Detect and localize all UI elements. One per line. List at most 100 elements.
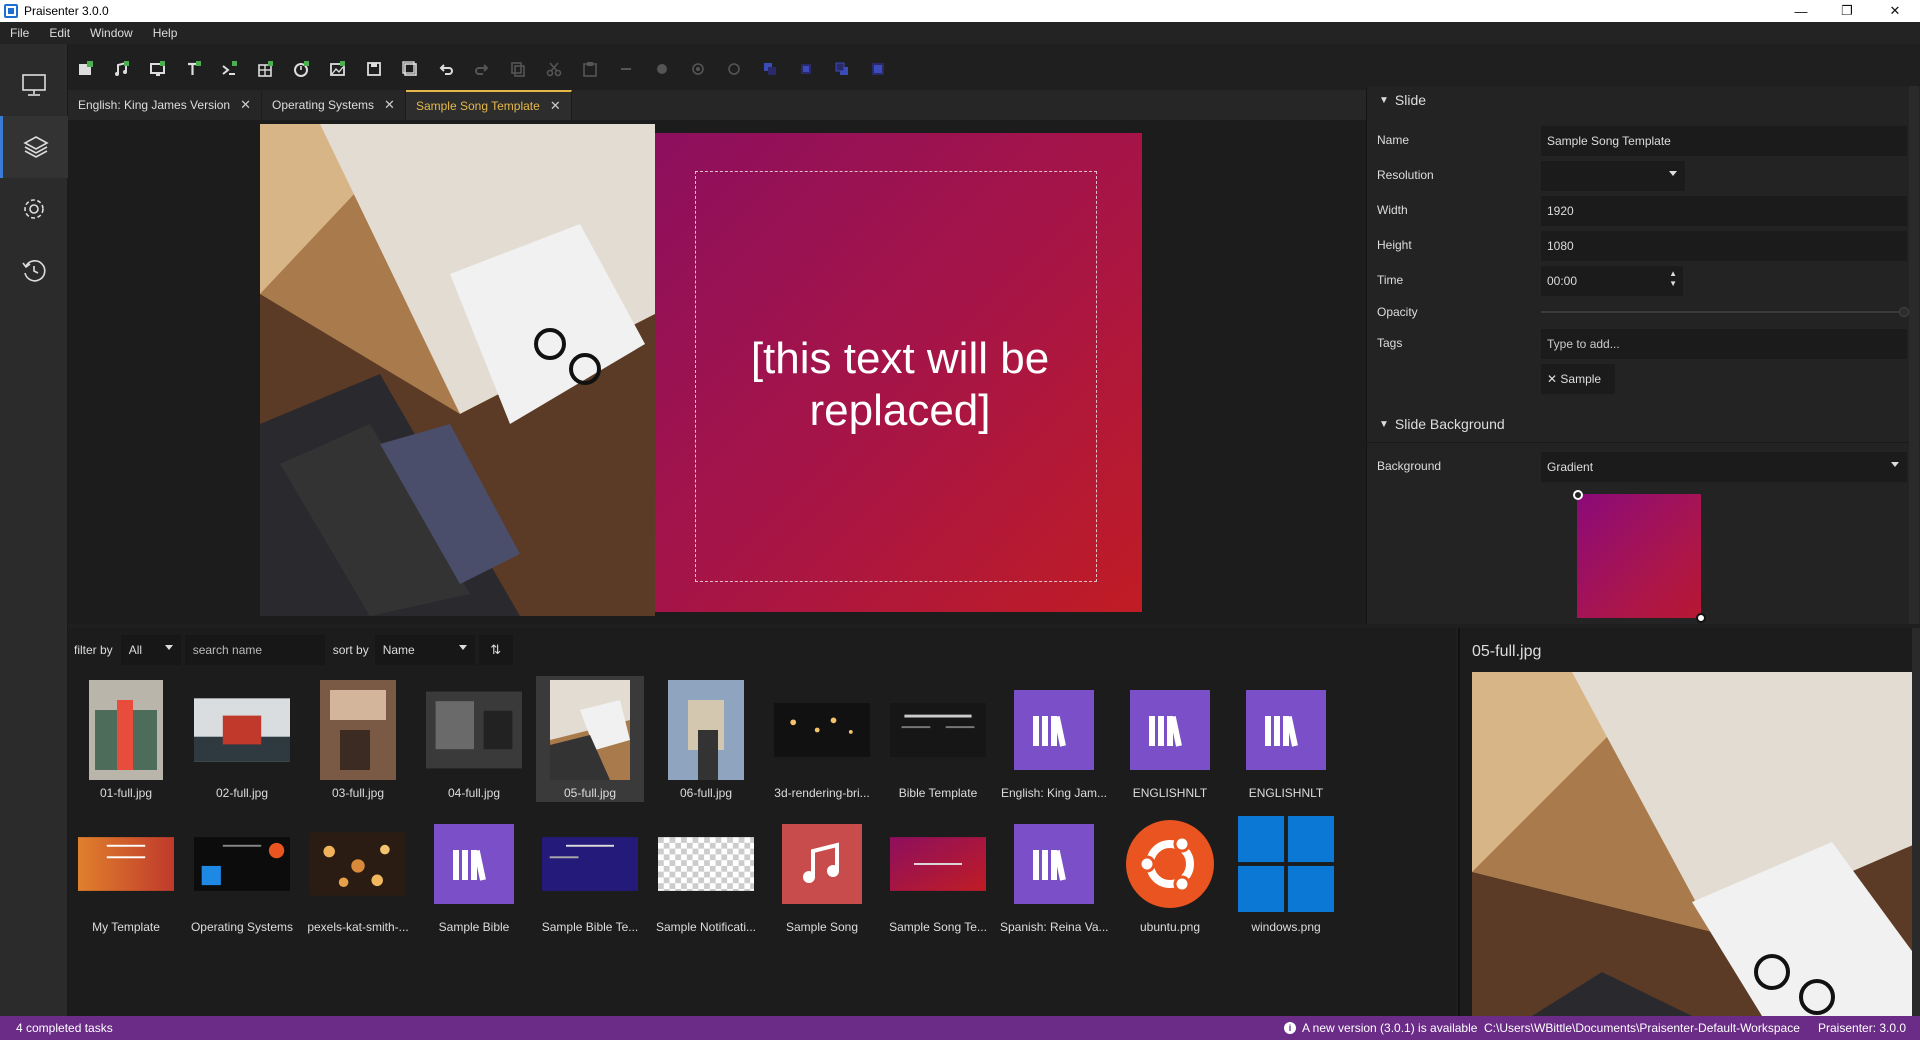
spinner-arrows-icon[interactable]: ▲ ▼ <box>1669 269 1677 289</box>
close-icon[interactable]: ✕ <box>1872 0 1918 22</box>
minimize-icon[interactable]: — <box>1778 0 1824 22</box>
list-item[interactable]: Bible Template <box>884 676 992 802</box>
tab-english-kjv[interactable]: English: King James Version ✕ <box>68 90 262 120</box>
delete-button[interactable] <box>608 55 644 83</box>
opacity-slider-track[interactable] <box>1541 311 1907 313</box>
new-image-button[interactable] <box>320 55 356 83</box>
tags-input[interactable]: Type to add... <box>1541 329 1907 359</box>
gradient-start-handle[interactable] <box>1573 490 1583 500</box>
undo-button[interactable] <box>428 55 464 83</box>
image-thumb <box>320 680 396 780</box>
item-caption: ubuntu.png <box>1139 920 1201 934</box>
list-item[interactable]: Sample Bible Te... <box>536 810 644 936</box>
list-item[interactable]: 06-full.jpg <box>652 676 760 802</box>
item-caption: Sample Song <box>785 920 859 934</box>
new-bible-button[interactable] <box>68 55 104 83</box>
item-caption: Operating Systems <box>190 920 294 934</box>
time-field[interactable]: 00:00 ▲ ▼ <box>1541 266 1683 296</box>
sidebar-settings-button[interactable] <box>0 178 68 240</box>
sort-direction-button[interactable]: ⇅ <box>478 635 513 665</box>
list-item[interactable]: 02-full.jpg <box>188 676 296 802</box>
filter-select[interactable]: All <box>120 635 181 665</box>
new-command-button[interactable] <box>212 55 248 83</box>
paste-button[interactable] <box>572 55 608 83</box>
menu-help[interactable]: Help <box>143 26 188 40</box>
list-item[interactable]: 04-full.jpg <box>420 676 528 802</box>
scrollbar[interactable] <box>1912 628 1920 1016</box>
background-image[interactable] <box>260 124 655 616</box>
opacity-slider-thumb[interactable] <box>1899 307 1909 317</box>
new-table-icon <box>258 61 273 77</box>
menu-file[interactable]: File <box>0 26 39 40</box>
new-slide-button[interactable] <box>140 55 176 83</box>
list-item[interactable]: 3d-rendering-bri... <box>768 676 876 802</box>
list-item[interactable]: Spanish: Reina Va... <box>1000 810 1108 936</box>
close-icon[interactable]: ✕ <box>240 97 251 113</box>
new-song-button[interactable] <box>104 55 140 83</box>
new-table-button[interactable] <box>248 55 284 83</box>
slide-canvas[interactable]: [this text will be replaced] <box>655 133 1142 612</box>
list-item-selected[interactable]: 05-full.jpg <box>536 676 644 802</box>
opacity-row: Opacity <box>1377 298 1909 326</box>
move-down-button[interactable] <box>716 55 752 83</box>
list-item[interactable]: 01-full.jpg <box>72 676 180 802</box>
gradient-end-handle[interactable] <box>1696 613 1706 623</box>
save-all-button[interactable] <box>392 55 428 83</box>
restore-icon[interactable]: ❐ <box>1824 0 1870 22</box>
gradient-preview[interactable] <box>1577 494 1701 618</box>
list-item[interactable]: ubuntu.png <box>1116 810 1224 936</box>
slide-section-header[interactable]: ▼ Slide <box>1367 86 1920 114</box>
list-item[interactable]: Sample Bible <box>420 810 528 936</box>
layer-4-button[interactable] <box>860 55 896 83</box>
list-item[interactable]: pexels-kat-smith-... <box>304 810 412 936</box>
name-field[interactable]: Sample Song Template <box>1541 126 1907 156</box>
width-field[interactable]: 1920 <box>1541 196 1907 226</box>
move-up-button[interactable] <box>680 55 716 83</box>
list-item[interactable]: ENGLISHNLT <box>1116 676 1224 802</box>
list-item[interactable]: English: King Jam... <box>1000 676 1108 802</box>
sidebar-library-button[interactable] <box>0 116 68 178</box>
cut-button[interactable] <box>536 55 572 83</box>
background-select[interactable]: Gradient <box>1541 452 1907 482</box>
tab-sample-song-template[interactable]: Sample Song Template ✕ <box>405 90 572 120</box>
list-item[interactable]: Sample Notificati... <box>652 810 760 936</box>
list-item[interactable]: My Template <box>72 810 180 936</box>
height-field[interactable]: 1080 <box>1541 231 1907 261</box>
list-item[interactable]: windows.png <box>1232 810 1340 936</box>
move-front-button[interactable] <box>644 55 680 83</box>
editor-tabs: English: King James Version ✕ Operating S… <box>68 90 1366 120</box>
new-text-button[interactable] <box>176 55 212 83</box>
layer-2-button[interactable] <box>788 55 824 83</box>
sort-select[interactable]: Name <box>374 635 475 665</box>
copy-button[interactable] <box>500 55 536 83</box>
resolution-select[interactable] <box>1541 161 1685 191</box>
save-button[interactable] <box>356 55 392 83</box>
sidebar-history-button[interactable] <box>0 240 68 302</box>
list-item[interactable]: Operating Systems <box>188 810 296 936</box>
layer-1-button[interactable] <box>752 55 788 83</box>
tasks-status[interactable]: 4 completed tasks <box>16 1021 113 1035</box>
layer-3-button[interactable] <box>824 55 860 83</box>
background-section-header[interactable]: ▼ Slide Background <box>1367 410 1920 438</box>
thumbnail <box>774 680 870 780</box>
workspace-path: C:\Users\WBittle\Documents\Praisenter-De… <box>1484 1021 1800 1035</box>
thumbnail <box>78 680 174 780</box>
menu-edit[interactable]: Edit <box>39 26 80 40</box>
search-input[interactable]: search name <box>184 635 325 665</box>
tab-operating-systems[interactable]: Operating Systems ✕ <box>262 90 406 120</box>
slide-text[interactable]: [this text will be replaced] <box>705 333 1095 437</box>
list-item[interactable]: Sample Song <box>768 810 876 936</box>
list-item[interactable]: 03-full.jpg <box>304 676 412 802</box>
menu-window[interactable]: Window <box>80 26 143 40</box>
tag-chip-sample[interactable]: ✕ Sample <box>1541 364 1615 394</box>
update-notice[interactable]: i A new version (3.0.1) is available <box>1284 1021 1477 1035</box>
redo-button[interactable] <box>464 55 500 83</box>
scrollbar[interactable] <box>1909 86 1919 624</box>
list-item[interactable]: Sample Song Te... <box>884 810 992 936</box>
name-row: Name Sample Song Template <box>1377 126 1907 156</box>
new-countdown-button[interactable] <box>284 55 320 83</box>
close-icon[interactable]: ✕ <box>550 98 561 114</box>
close-icon[interactable]: ✕ <box>384 97 395 113</box>
sidebar-present-button[interactable] <box>0 54 68 116</box>
list-item[interactable]: ENGLISHNLT <box>1232 676 1340 802</box>
